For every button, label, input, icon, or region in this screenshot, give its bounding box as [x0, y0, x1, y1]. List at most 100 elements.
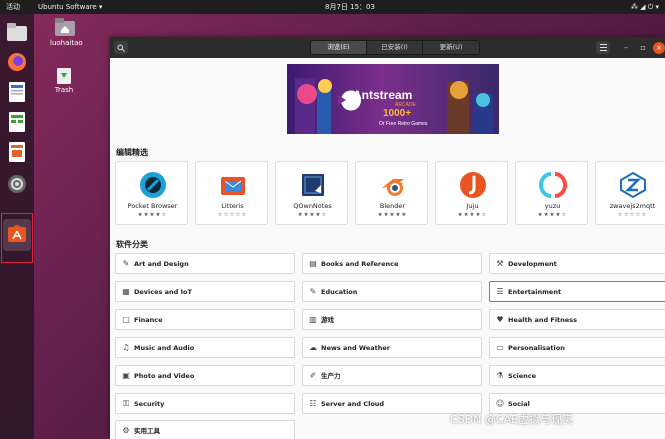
category-entertainment[interactable]: ☰ Entertainment	[489, 281, 665, 302]
category-label: Devices and IoT	[134, 288, 192, 296]
featured-card-yuzu[interactable]: yuzu ★★★★☆	[515, 161, 588, 225]
category-icon: ✎	[309, 287, 317, 296]
watermark: CSDN @CAE虚拟与现实	[450, 413, 574, 426]
software-store-icon	[8, 225, 26, 242]
featured-card-qownnotes[interactable]: QOwnNotes ★★★★☆	[275, 161, 348, 225]
app-rating: ★★★★☆	[457, 212, 488, 218]
spreadsheet-icon	[9, 112, 25, 132]
category-icon: ✐	[309, 371, 317, 380]
dock-calc[interactable]	[5, 110, 29, 134]
category-label: Science	[508, 372, 537, 380]
maximize-icon: ▫	[640, 43, 646, 52]
pocket-browser-icon	[140, 172, 166, 198]
category-devices-and-iot[interactable]: ▦ Devices and IoT	[115, 281, 295, 302]
category-games[interactable]: ▥ 游戏	[302, 309, 482, 330]
category-icon: ✎	[122, 259, 130, 268]
category-development[interactable]: ⚒ Development	[489, 253, 665, 274]
category-art-and-design[interactable]: ✎ Art and Design	[115, 253, 295, 274]
clock[interactable]: 8月7日 15：03	[320, 0, 380, 14]
featured-card-litteris[interactable]: Litteris ☆☆☆☆☆	[195, 161, 268, 225]
app-rating: ★★★★★	[377, 212, 408, 218]
yuzu-icon	[539, 172, 567, 198]
system-indicators[interactable]: ⁂ ◢ ⏻ ▾	[631, 0, 659, 14]
category-icon: ♫	[122, 343, 130, 352]
tab-explore[interactable]: 浏览(E)	[311, 41, 367, 54]
search-button[interactable]	[114, 41, 128, 54]
dock-writer[interactable]	[5, 80, 29, 104]
category-icon: ▦	[122, 287, 130, 296]
category-security[interactable]: ⚿ Security	[115, 393, 295, 414]
presentation-icon	[9, 142, 25, 162]
category-icon: ▣	[122, 371, 130, 380]
featured-card-blender[interactable]: Blender ★★★★★	[355, 161, 428, 225]
category-education[interactable]: ✎ Education	[302, 281, 482, 302]
category-finance[interactable]: ▢ Finance	[115, 309, 295, 330]
category-label: Entertainment	[508, 288, 562, 296]
app-name: Juju	[466, 202, 479, 210]
dock-files[interactable]	[5, 20, 29, 44]
close-button[interactable]: ×	[653, 42, 665, 54]
activities-button[interactable]: 活动	[6, 0, 20, 14]
blender-icon	[382, 179, 404, 196]
tab-updates[interactable]: 更新(U)	[423, 41, 479, 54]
category-icon: ☺	[495, 399, 505, 408]
app-rating: ★★★★☆	[537, 212, 568, 218]
category-personalisation[interactable]: ▭ Personalisation	[489, 337, 665, 358]
featured-card-juju[interactable]: Juju ★★★★☆	[435, 161, 508, 225]
document-writer-icon	[9, 82, 25, 102]
app-name: zwavejs2mqtt	[609, 202, 656, 210]
desktop-home-folder[interactable]: luohaitao	[50, 18, 83, 47]
category-productivity[interactable]: ✐ 生产力	[302, 365, 482, 386]
category-photo-and-video[interactable]: ▣ Photo and Video	[115, 365, 295, 386]
maximize-button[interactable]: ▫	[637, 41, 649, 54]
featured-card-pocket-browser[interactable]: Pocket Browser ★★★★☆	[115, 161, 188, 225]
featured-banner[interactable]: Antstream ARCADE 1000+ Or Free Retro Gam…	[287, 64, 499, 134]
category-utilities[interactable]: ⚙ 实用工具	[115, 420, 295, 439]
category-science[interactable]: ⚗ Science	[489, 365, 665, 386]
category-icon: ⚒	[496, 259, 504, 268]
category-label: 生产力	[321, 372, 341, 380]
banner-brand: Antstream	[353, 88, 413, 102]
dock-ubuntu-software[interactable]	[5, 221, 29, 245]
menu-button[interactable]	[596, 41, 610, 54]
folder-icon	[7, 23, 27, 41]
app-name: Litteris	[221, 202, 244, 210]
app-menu[interactable]: Ubuntu Software ▾	[38, 0, 102, 14]
home-folder-icon	[55, 18, 75, 36]
minimize-button[interactable]: –	[620, 41, 632, 54]
category-label: Health and Fitness	[508, 316, 577, 324]
dock-settings[interactable]	[5, 172, 29, 196]
juju-icon	[460, 172, 486, 198]
minimize-icon: –	[624, 43, 628, 52]
app-rating: ★★★★☆	[137, 212, 168, 218]
app-rating: ☆☆☆☆☆	[217, 212, 248, 218]
category-label: Server and Cloud	[321, 400, 385, 408]
category-books-and-reference[interactable]: ▤ Books and Reference	[302, 253, 482, 274]
home-folder-label: luohaitao	[50, 39, 83, 47]
category-label: Photo and Video	[134, 372, 195, 380]
category-label: Finance	[134, 316, 163, 324]
desktop-trash[interactable]: Trash	[50, 66, 78, 94]
trash-label: Trash	[54, 86, 74, 94]
category-news-and-weather[interactable]: ☁ News and Weather	[302, 337, 482, 358]
search-icon	[117, 44, 125, 52]
category-icon: ▭	[496, 343, 504, 352]
category-music-and-audio[interactable]: ♫ Music and Audio	[115, 337, 295, 358]
dock	[0, 14, 34, 439]
banner-offer: 1000+	[383, 108, 412, 119]
category-health-and-fitness[interactable]: ♥ Health and Fitness	[489, 309, 665, 330]
dock-firefox[interactable]	[5, 50, 29, 74]
firefox-icon	[8, 53, 26, 71]
featured-section-title: 编辑精选	[116, 148, 148, 157]
category-icon: ☰	[496, 287, 504, 296]
category-icon: ⚗	[496, 371, 504, 380]
trash-icon	[57, 68, 71, 84]
category-icon: ⚿	[122, 399, 130, 408]
category-label: Books and Reference	[321, 260, 399, 268]
tab-installed[interactable]: 已安装(I)	[367, 41, 423, 54]
category-label: Music and Audio	[134, 344, 195, 352]
category-icon: ☷	[309, 399, 317, 408]
featured-card-zwavejs2mqtt[interactable]: zwavejs2mqtt ☆☆☆☆☆	[595, 161, 665, 225]
app-rating: ★★★★☆	[297, 212, 328, 218]
dock-impress[interactable]	[5, 140, 29, 164]
